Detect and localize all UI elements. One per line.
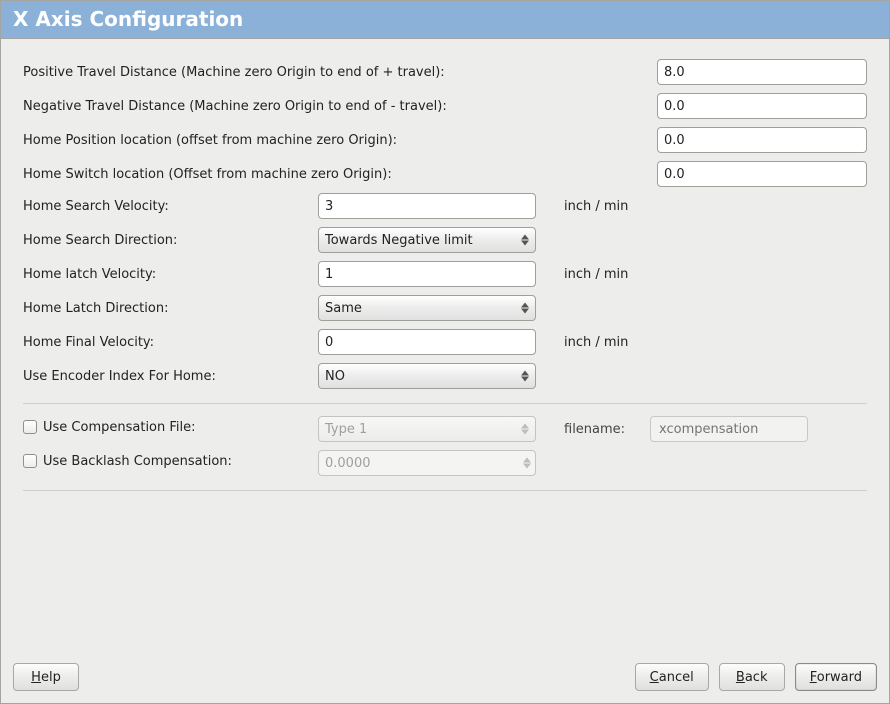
negative-travel-label: Negative Travel Distance (Machine zero O… [23,99,447,114]
home-search-direction-row: Home Search Direction: Towards Negative … [23,225,867,255]
home-latch-direction-row: Home Latch Direction: Same [23,293,867,323]
separator [23,490,867,491]
home-search-velocity-label: Home Search Velocity: [23,199,318,214]
cancel-button-rest: ancel [659,670,694,685]
home-position-input[interactable] [657,127,867,153]
home-final-velocity-label: Home Final Velocity: [23,335,318,350]
home-final-velocity-row: Home Final Velocity: inch / min [23,327,867,357]
separator [23,403,867,404]
negative-travel-row: Negative Travel Distance (Machine zero O… [23,91,867,121]
help-button[interactable]: Help [13,663,79,691]
home-search-direction-select[interactable]: Towards Negative limit [318,227,536,253]
spinner-icon [521,303,529,314]
home-latch-direction-value: Same [325,301,362,316]
dialog-window: X Axis Configuration Positive Travel Dis… [0,0,890,704]
home-switch-input[interactable] [657,161,867,187]
positive-travel-row: Positive Travel Distance (Machine zero O… [23,57,867,87]
backlash-spinbox: 0.0000 [318,450,536,476]
positive-travel-input[interactable] [657,59,867,85]
home-latch-direction-label: Home Latch Direction: [23,301,318,316]
use-compensation-file-checkbox[interactable]: Use Compensation File: [23,420,196,435]
use-compensation-file-label: Use Compensation File: [43,420,196,435]
home-search-direction-value: Towards Negative limit [325,233,473,248]
forward-button-rest: orward [817,670,862,685]
use-encoder-index-row: Use Encoder Index For Home: NO [23,361,867,391]
negative-travel-input[interactable] [657,93,867,119]
axis-travel-group: Positive Travel Distance (Machine zero O… [23,57,867,189]
backlash-value: 0.0000 [325,456,371,471]
compensation-type-value: Type 1 [325,422,367,437]
compensation-type-select: Type 1 [318,416,536,442]
home-switch-label: Home Switch location (Offset from machin… [23,167,392,182]
filename-input [650,416,808,442]
positive-travel-label: Positive Travel Distance (Machine zero O… [23,65,445,80]
back-button[interactable]: Back [719,663,785,691]
home-search-direction-label: Home Search Direction: [23,233,318,248]
spinner-icon [521,235,529,246]
forward-button[interactable]: Forward [795,663,877,691]
dialog-title: X Axis Configuration [13,7,243,31]
back-button-rest: ack [745,670,768,685]
use-backlash-label: Use Backlash Compensation: [43,454,232,469]
home-search-velocity-input[interactable] [318,193,536,219]
use-encoder-index-select[interactable]: NO [318,363,536,389]
home-position-label: Home Position location (offset from mach… [23,133,397,148]
spinner-icon [521,371,529,382]
dialog-content: Positive Travel Distance (Machine zero O… [1,39,889,703]
spinner-icon [521,424,529,435]
use-backlash-row: Use Backlash Compensation: 0.0000 [23,448,867,478]
spinner-icon [523,458,531,469]
title-bar: X Axis Configuration [1,1,889,39]
home-latch-direction-select[interactable]: Same [318,295,536,321]
use-encoder-index-value: NO [325,369,345,384]
home-latch-velocity-unit: inch / min [564,267,628,282]
home-latch-velocity-row: Home latch Velocity: inch / min [23,259,867,289]
use-encoder-index-label: Use Encoder Index For Home: [23,369,318,384]
home-search-velocity-row: Home Search Velocity: inch / min [23,191,867,221]
home-final-velocity-input[interactable] [318,329,536,355]
dialog-footer: Help Cancel Back Forward [1,653,889,703]
filename-label: filename: [564,422,650,437]
home-config-group: Home Search Velocity: inch / min Home Se… [23,191,867,391]
cancel-button[interactable]: Cancel [635,663,709,691]
help-button-rest: elp [41,670,61,685]
home-position-row: Home Position location (offset from mach… [23,125,867,155]
use-compensation-file-row: Use Compensation File: Type 1 filename: [23,414,867,444]
compensation-group: Use Compensation File: Type 1 filename: [23,414,867,478]
use-backlash-checkbox[interactable]: Use Backlash Compensation: [23,454,232,469]
checkbox-box-icon [23,420,37,434]
home-latch-velocity-label: Home latch Velocity: [23,267,318,282]
checkbox-box-icon [23,454,37,468]
home-final-velocity-unit: inch / min [564,335,628,350]
home-latch-velocity-input[interactable] [318,261,536,287]
home-switch-row: Home Switch location (Offset from machin… [23,159,867,189]
home-search-velocity-unit: inch / min [564,199,628,214]
